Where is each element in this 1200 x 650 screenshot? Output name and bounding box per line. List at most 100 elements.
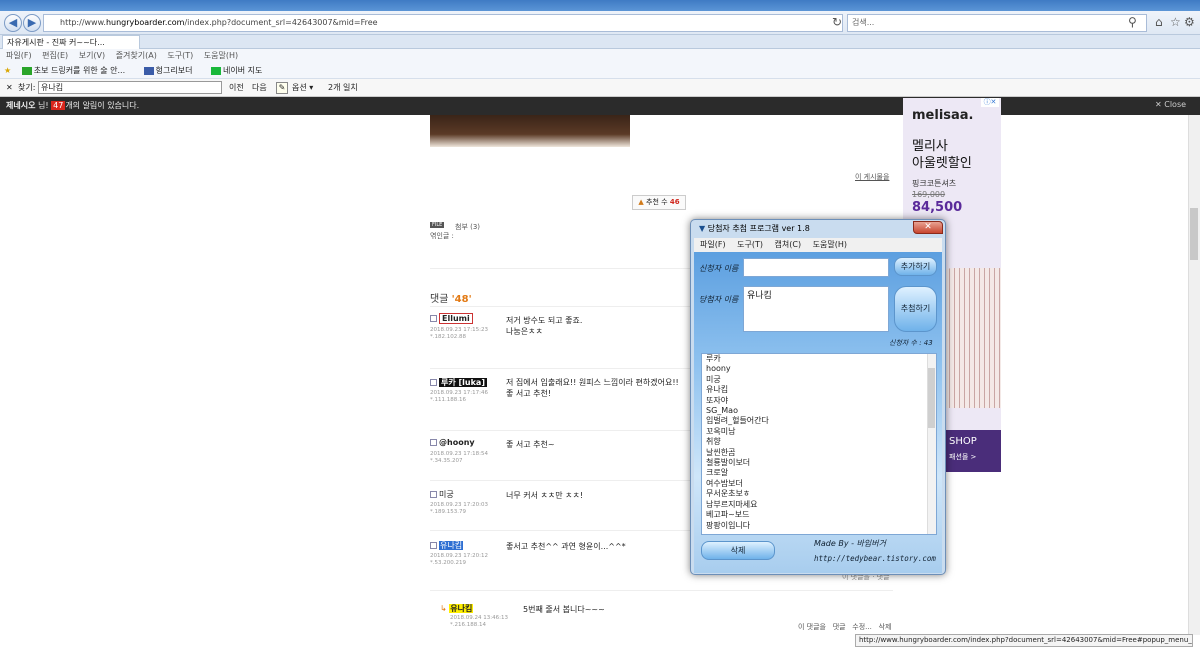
- search-input[interactable]: 검색...: [847, 14, 1147, 32]
- menu-edit[interactable]: 편집(E): [42, 51, 68, 60]
- list-item[interactable]: 크로알: [702, 468, 936, 478]
- list-item[interactable]: 날씬한곰: [702, 448, 936, 458]
- list-item[interactable]: 유나킴: [702, 385, 936, 395]
- reply-edit-button[interactable]: 수정...: [852, 623, 872, 631]
- reply-author[interactable]: ↳ 유나킴: [440, 603, 474, 614]
- winner-label: 당첨자 이름: [699, 295, 739, 304]
- list-item[interactable]: 여수밤보더: [702, 479, 936, 489]
- search-icon[interactable]: ⚲: [1128, 15, 1137, 29]
- notify-close-button[interactable]: ✕ Close: [1155, 100, 1186, 109]
- comment-text: 너무 커서 ㅊㅊ만 ㅊㅊ!: [506, 490, 583, 501]
- list-item[interactable]: 남부르지마세요: [702, 500, 936, 510]
- reply-ip: *.216.188.14: [450, 622, 486, 628]
- reply-controls: 이 댓글을 댓글 수정... 삭제: [798, 622, 891, 632]
- notify-message: 개의 알림이 있습니다.: [65, 101, 140, 110]
- comment-date: 2018.09.23 17:20:12: [430, 553, 488, 559]
- find-input[interactable]: 유나킴: [38, 81, 222, 94]
- highlight-pen-icon[interactable]: ✎: [276, 82, 288, 94]
- winner-output[interactable]: 유나킴: [743, 286, 889, 332]
- list-item[interactable]: SG_Mao: [702, 406, 936, 416]
- page-scroll-thumb[interactable]: [1190, 208, 1198, 260]
- find-match-count: 2개 일치: [328, 83, 358, 92]
- find-label: 찾기:: [18, 83, 36, 92]
- ad-info-close-icon[interactable]: ⓘ✕: [981, 98, 999, 107]
- dialog-menu-tools[interactable]: 도구(T): [737, 240, 763, 249]
- entrant-input[interactable]: [743, 258, 889, 277]
- find-close-icon[interactable]: ✕: [6, 83, 13, 92]
- ad-headline-line: 멜리사: [912, 139, 948, 154]
- author-nick: 루카 [luka]: [439, 378, 487, 387]
- dialog-close-button[interactable]: ✕: [913, 221, 943, 234]
- credit-url: http://tedybear.tistory.com: [814, 554, 936, 563]
- comment-author[interactable]: 유나킴: [430, 540, 464, 551]
- find-next-button[interactable]: 다음: [252, 79, 267, 97]
- ad-shop-sub: 패션몰 >: [949, 453, 977, 461]
- menu-view[interactable]: 보기(V): [79, 51, 105, 60]
- list-item[interactable]: 꼬옥미남: [702, 427, 936, 437]
- list-item[interactable]: 루카: [702, 354, 936, 364]
- home-icon[interactable]: ⌂: [1155, 15, 1163, 29]
- member-icon: [430, 315, 437, 322]
- list-item[interactable]: 또자야: [702, 396, 936, 406]
- reply-comment-button[interactable]: 댓글: [833, 623, 846, 631]
- reply-link-button[interactable]: 이 댓글을: [798, 623, 826, 631]
- comment-author[interactable]: 미궁: [430, 489, 454, 500]
- post-link[interactable]: 이 게시물을: [855, 172, 889, 182]
- comments-label: 댓글: [430, 294, 449, 305]
- attachment-link[interactable]: 첨부 (3): [455, 222, 480, 232]
- dialog-menu-capture[interactable]: 캡쳐(C): [775, 240, 802, 249]
- delete-button[interactable]: 삭제: [701, 541, 775, 560]
- comment-text: 좋 서고 추천~: [506, 439, 555, 450]
- dialog-menu-file[interactable]: 파일(F): [700, 240, 726, 249]
- menu-tools[interactable]: 도구(T): [167, 51, 193, 60]
- entrant-label: 신청자 이름: [699, 264, 739, 273]
- comment-ip: *.111.188.16: [430, 397, 466, 403]
- reply-arrow-icon: ↳: [440, 604, 447, 613]
- favorites-star-icon: ★: [4, 66, 12, 75]
- add-button[interactable]: 추가하기: [894, 257, 937, 276]
- comment-author[interactable]: 루카 [luka]: [430, 377, 487, 388]
- comment-meta: 2018.09.23 17:17:46 *.111.188.16: [430, 390, 488, 404]
- notify-count-badge[interactable]: 47: [51, 101, 66, 110]
- gear-icon[interactable]: ⚙: [1184, 15, 1195, 29]
- fav-item-drinker[interactable]: 초보 드링커를 위한 술 안...: [21, 66, 133, 75]
- author-nick: 유나킴: [439, 541, 464, 550]
- forward-button[interactable]: ▶: [23, 14, 41, 32]
- find-options-button[interactable]: 옵션 ▾: [292, 79, 313, 97]
- find-prev-button[interactable]: 이전: [229, 79, 244, 97]
- comment-author[interactable]: Ellumi: [430, 313, 473, 324]
- site-favicon-icon: [21, 66, 32, 75]
- comment-text: 저 집에서 입출래요!! 원피스 느낌이라 편하겠어요!! 좋 서고 추천!: [506, 377, 679, 399]
- menu-file[interactable]: 파일(F): [6, 51, 32, 60]
- comment-author[interactable]: @hoony: [430, 438, 475, 447]
- tab-free-board[interactable]: 자유게시판 - 진짜 커~~다...: [2, 35, 140, 49]
- recommend-button[interactable]: ▲ 추천 수 46: [632, 195, 686, 210]
- dialog-menu-help[interactable]: 도움말(H): [813, 240, 847, 249]
- refresh-icon[interactable]: ↻: [832, 15, 842, 29]
- page-scrollbar[interactable]: [1188, 115, 1200, 635]
- favorites-star-icon[interactable]: ☆: [1170, 15, 1181, 29]
- list-item[interactable]: 팡팡이입니다: [702, 521, 936, 531]
- back-button[interactable]: ◀: [4, 14, 22, 32]
- comment-date: 2018.09.23 17:20:03: [430, 502, 488, 508]
- menu-favorites[interactable]: 즐겨찾기(A): [116, 51, 157, 60]
- list-scrollbar[interactable]: [927, 354, 936, 534]
- list-item[interactable]: 입벌려_헐들어간다: [702, 416, 936, 426]
- list-item[interactable]: hoony: [702, 364, 936, 374]
- post-photo: [430, 115, 630, 147]
- list-item[interactable]: 미궁: [702, 375, 936, 385]
- entrant-list[interactable]: 루카 hoony 미궁 유나킴 또자야 SG_Mao 입벌려_헐들어간다 꼬옥미…: [701, 353, 937, 535]
- menu-help[interactable]: 도움말(H): [204, 51, 238, 60]
- draw-button[interactable]: 추첨하기: [894, 286, 937, 332]
- url-path: /index.php?document_srl=42643007&mid=Fre…: [184, 18, 378, 27]
- comment-text: 좋서고 추천^^ 과연 형윤이...^^*: [506, 541, 626, 552]
- fav-item-hungryboarder[interactable]: 헝그리보더: [143, 66, 201, 75]
- list-scroll-thumb[interactable]: [928, 368, 935, 428]
- list-item[interactable]: 베고파~보드: [702, 510, 936, 520]
- fav-item-naver-map[interactable]: 네이버 지도: [211, 66, 270, 75]
- list-item[interactable]: 무서운초보ㅎ: [702, 489, 936, 499]
- reply-delete-button[interactable]: 삭제: [879, 623, 892, 631]
- list-item[interactable]: 철룡발이보더: [702, 458, 936, 468]
- address-bar[interactable]: http://www.hungryboarder.com/index.php?d…: [43, 14, 843, 32]
- list-item[interactable]: 취향: [702, 437, 936, 447]
